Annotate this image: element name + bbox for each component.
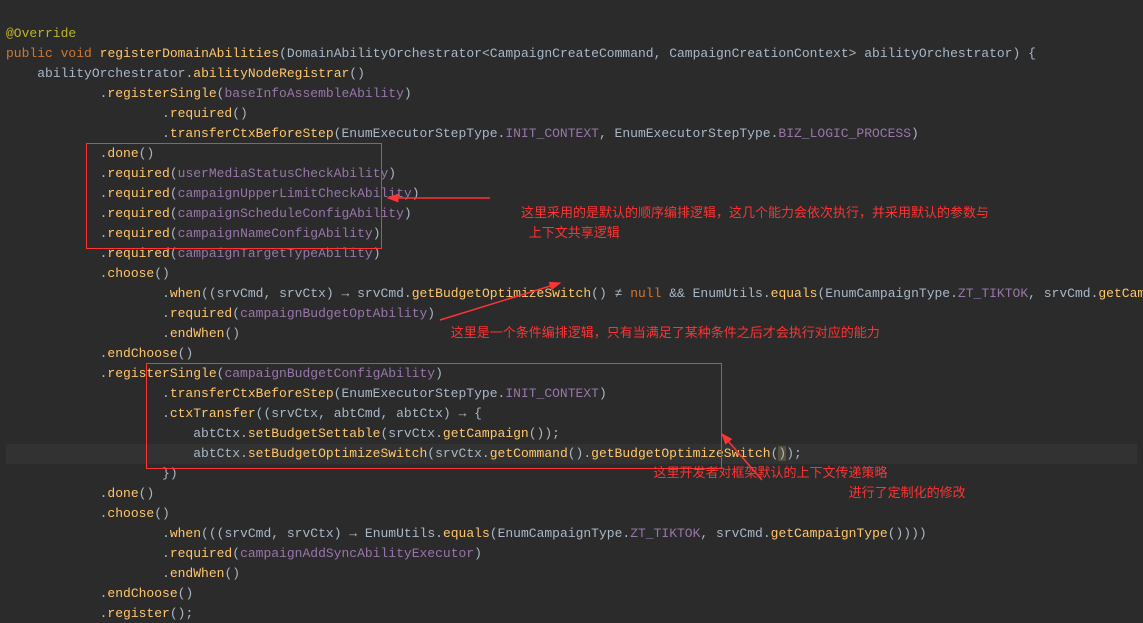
comment-3-line1: 这里开发者对框架默认的上下文传递策略 [654, 466, 888, 481]
comment-3-line2: 进行了定制化的修改 [849, 486, 966, 501]
comment-2: 这里是一个条件编排逻辑，只有当满足了某种条件之后才会执行对应的能力 [451, 326, 880, 341]
code-editor[interactable]: @Override public void registerDomainAbil… [0, 0, 1143, 623]
comment-1-line2: 上下文共享逻辑 [529, 226, 620, 241]
override-annotation: @Override [6, 26, 76, 41]
method-name: registerDomainAbilities [100, 46, 279, 61]
keyword-void: void [61, 46, 92, 61]
comment-1-line1: 这里采用的是默认的顺序编排逻辑，这几个能力会依次执行，并采用默认的参数与 [521, 206, 989, 221]
keyword-public: public [6, 46, 53, 61]
